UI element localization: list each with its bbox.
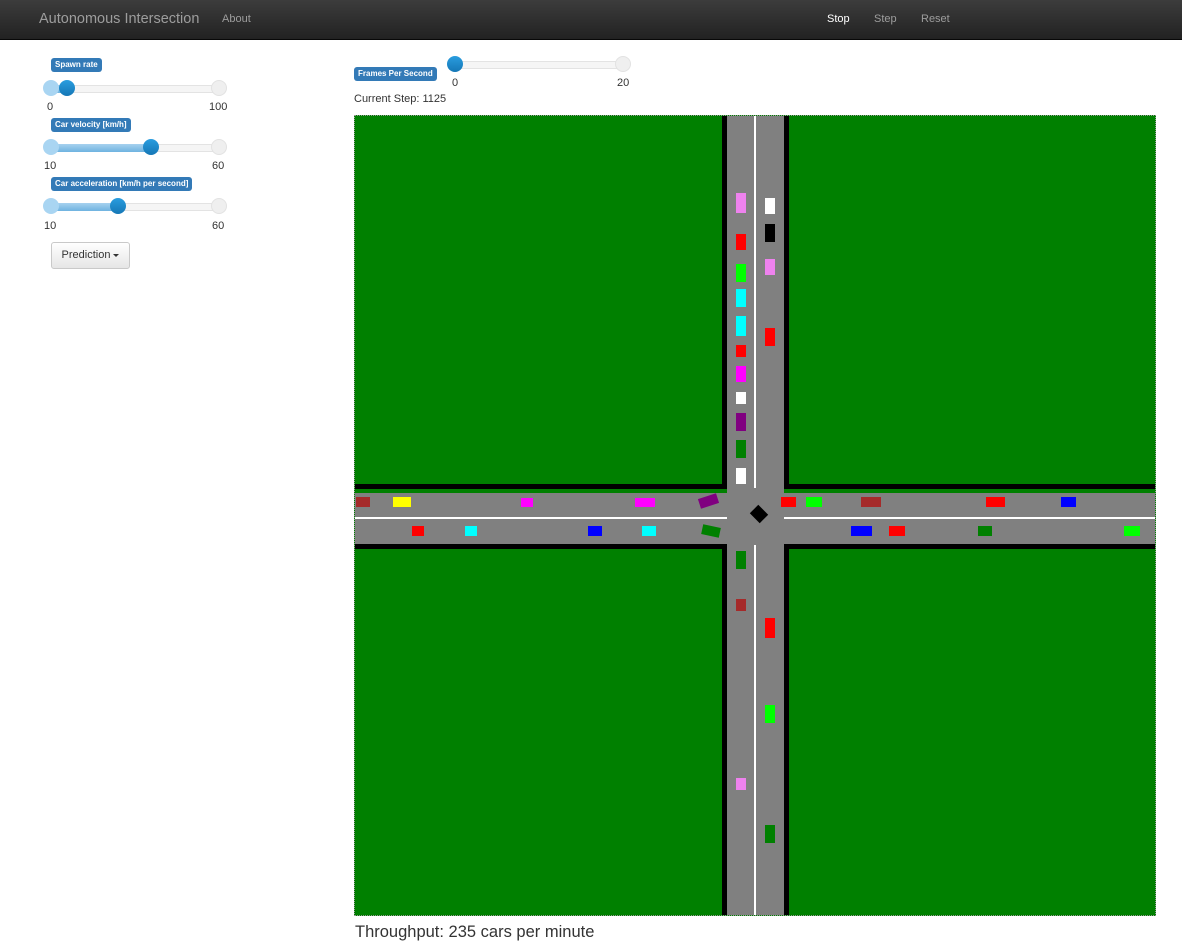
car-acceleration-fill (52, 203, 119, 211)
car-acceleration-handle[interactable] (110, 198, 126, 214)
fps-max-handle[interactable] (615, 56, 631, 72)
car (986, 497, 1005, 507)
fps-handle[interactable] (447, 56, 463, 72)
car (736, 264, 746, 282)
lane-marking-west (355, 517, 727, 519)
car (736, 599, 746, 611)
curb-sw-vertical (722, 544, 727, 915)
lane-marking-north (754, 116, 756, 488)
car-velocity-min: 10 (44, 160, 57, 172)
car (736, 413, 746, 431)
nav-about[interactable]: About (222, 13, 251, 25)
car-acceleration-max-handle[interactable] (211, 198, 227, 214)
car (736, 392, 746, 404)
prediction-dropdown-label: Prediction (61, 249, 111, 261)
car-velocity-max: 60 (212, 160, 225, 172)
fps-track[interactable] (455, 61, 623, 69)
caret-down-icon (113, 253, 120, 257)
car-velocity-min-handle[interactable] (43, 139, 59, 155)
car (412, 526, 424, 536)
car-acceleration-label: Car acceleration [km/h per second] (51, 177, 193, 191)
car-acceleration-track[interactable] (51, 203, 219, 211)
car (978, 526, 992, 536)
car (736, 234, 746, 250)
car-acceleration-min: 10 (44, 220, 57, 232)
spawn-rate-min: 0 (47, 101, 54, 113)
car-velocity-fill (52, 144, 152, 152)
car-acceleration-min-handle[interactable] (43, 198, 59, 214)
car (861, 497, 881, 507)
spawn-rate-track[interactable] (51, 85, 219, 93)
car (889, 526, 905, 536)
car (851, 526, 872, 536)
car-velocity-label: Car velocity [km/h] (51, 118, 131, 132)
car (736, 440, 746, 458)
car (736, 778, 746, 790)
spawn-rate-handle[interactable] (59, 80, 75, 96)
throughput-text: Throughput: 235 cars per minute (355, 923, 595, 941)
curb-ne-horizontal (784, 484, 1155, 489)
car (635, 498, 655, 507)
fps-label: Frames Per Second (354, 67, 437, 81)
car (765, 705, 775, 723)
car (765, 224, 775, 242)
fps-min: 0 (452, 77, 459, 89)
car-velocity-track[interactable] (51, 144, 219, 152)
car (642, 526, 656, 536)
car (736, 468, 746, 484)
curb-sw-horizontal (355, 544, 727, 549)
spawn-rate-max-handle[interactable] (211, 80, 227, 96)
car (736, 316, 746, 336)
car (465, 526, 477, 536)
car (806, 497, 822, 507)
spawn-rate-max: 100 (209, 101, 228, 113)
curb-ne-vertical (784, 116, 789, 489)
spawn-rate-min-handle[interactable] (43, 80, 59, 96)
car (393, 497, 411, 507)
car-velocity-max-handle[interactable] (211, 139, 227, 155)
intersection-canvas[interactable] (354, 115, 1156, 916)
car (521, 498, 533, 507)
car (1061, 497, 1076, 507)
car-acceleration-max: 60 (212, 220, 225, 232)
prediction-dropdown[interactable]: Prediction (51, 242, 130, 269)
curb-se-vertical (784, 544, 789, 915)
car (588, 526, 602, 536)
car (736, 366, 746, 382)
car (736, 193, 746, 213)
car (1124, 526, 1140, 536)
lane-marking-east (784, 517, 1155, 519)
car (736, 345, 746, 357)
curb-nw-horizontal (355, 484, 727, 489)
nav-step[interactable]: Step (874, 13, 897, 25)
car (736, 551, 746, 569)
car (765, 328, 775, 346)
curb-nw-vertical (722, 116, 727, 489)
nav-stop[interactable]: Stop (827, 13, 850, 25)
fps-max: 20 (617, 77, 630, 89)
car (765, 825, 775, 843)
car (781, 497, 796, 507)
car (765, 259, 775, 275)
car (736, 289, 746, 307)
spawn-rate-label: Spawn rate (51, 58, 102, 72)
car (765, 198, 775, 214)
lane-marking-south (754, 545, 756, 915)
nav-reset[interactable]: Reset (921, 13, 950, 25)
car (765, 618, 775, 638)
navbar: Autonomous Intersection About Stop Step … (0, 0, 1182, 40)
current-step: Current Step: 1125 (354, 93, 447, 105)
car (356, 497, 370, 507)
brand-link[interactable]: Autonomous Intersection (39, 11, 199, 27)
curb-se-horizontal (784, 544, 1155, 549)
car-velocity-handle[interactable] (143, 139, 159, 155)
